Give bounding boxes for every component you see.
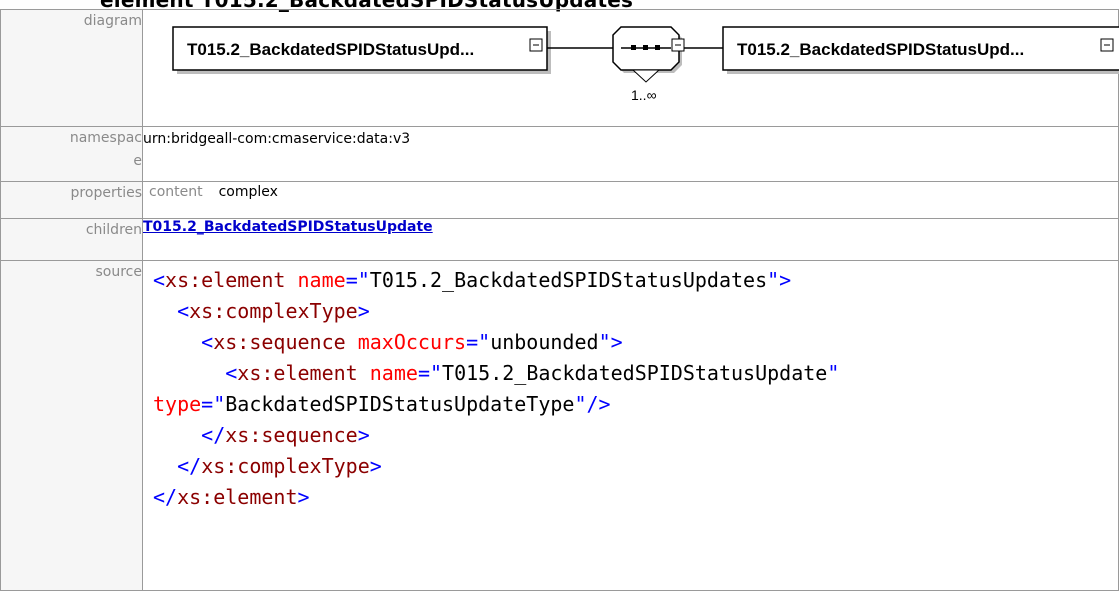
multiplicity-label: 1..∞ (631, 87, 657, 103)
label-source: source (0, 260, 143, 591)
property-value: complex (218, 184, 278, 200)
label-diagram: diagram (0, 9, 143, 127)
compositor-collapse-icon[interactable] (671, 38, 685, 52)
right-element-label: T015.2_BackdatedSPIDStatusUpd... (737, 40, 1024, 59)
label-properties: properties (0, 181, 143, 219)
page-title: element T015.2_BackdatedSPIDStatusUpdate… (100, 0, 634, 12)
element-doc-table: diagram T015.2_BackdatedSPIDStatusUpd... (0, 9, 1119, 591)
label-children: children (0, 218, 143, 261)
namespace-cell: urn:bridgeall-com:cmaservice:data:v3 (142, 126, 1119, 182)
label-namespace-line2: e (133, 153, 142, 169)
left-element-label: T015.2_BackdatedSPIDStatusUpd... (187, 40, 474, 59)
label-namespace-line1: namespac (69, 130, 142, 146)
row-namespace: namespac e urn:bridgeall-com:cmaservice:… (0, 126, 1119, 182)
property-row: content complex (143, 182, 1118, 200)
row-properties: properties content complex (0, 181, 1119, 219)
xml-source: <xs:element name="T015.2_BackdatedSPIDSt… (153, 268, 840, 509)
row-children: children T015.2_BackdatedSPIDStatusUpdat… (0, 218, 1119, 261)
left-collapse-icon[interactable] (529, 38, 543, 52)
children-cell: T015.2_BackdatedSPIDStatusUpdate (142, 218, 1119, 261)
properties-cell: content complex (142, 181, 1119, 219)
row-source: source <xs:element name="T015.2_Backdate… (0, 260, 1119, 591)
source-cell: <xs:element name="T015.2_BackdatedSPIDSt… (142, 260, 1119, 591)
row-diagram: diagram T015.2_BackdatedSPIDStatusUpd... (0, 9, 1119, 127)
diagram-cell: T015.2_BackdatedSPIDStatusUpd... T015.2_… (142, 9, 1119, 127)
child-element-link[interactable]: T015.2_BackdatedSPIDStatusUpdate (143, 219, 433, 235)
schema-diagram: T015.2_BackdatedSPIDStatusUpd... T015.2_… (172, 26, 1119, 103)
right-collapse-icon[interactable] (1100, 38, 1114, 52)
repeat-marker-icon (631, 69, 661, 83)
property-key: content (149, 184, 203, 200)
label-namespace: namespac e (0, 126, 143, 182)
namespace-value: urn:bridgeall-com:cmaservice:data:v3 (143, 131, 411, 147)
